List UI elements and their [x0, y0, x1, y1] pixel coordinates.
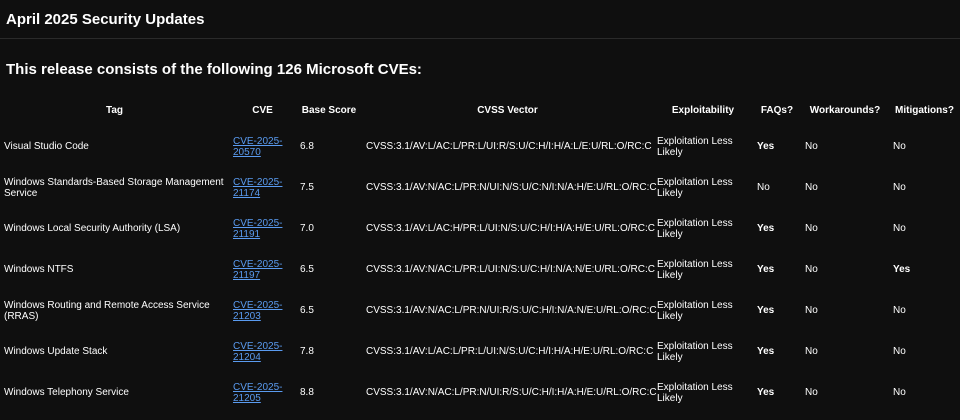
cell-cvss-vector: CVSS:3.1/AV:N/AC:L/PR:N/UI:N/S:U/C:N/I:N…: [366, 182, 657, 193]
cell-cve: CVE-2025-21204: [229, 331, 296, 372]
column-header-mitigations[interactable]: Mitigations?: [889, 94, 960, 126]
page-title: April 2025 Security Updates: [6, 10, 205, 28]
cell-cve: CVE-2025-21197: [229, 249, 296, 290]
cell-mitigations: Yes: [893, 264, 911, 275]
cell-faqs: Yes: [757, 387, 775, 398]
cell-exploitability: Exploitation Less Likely: [657, 381, 733, 404]
cell-base-score: 6.5: [300, 264, 314, 275]
cell-base-score: 6.5: [300, 305, 314, 316]
cell-workarounds: No: [805, 346, 818, 357]
cell-mitigations: No: [893, 387, 906, 398]
cell-workarounds: No: [805, 182, 818, 193]
cve-link[interactable]: CVE-2025-21203: [233, 300, 282, 322]
cell-cvss-vector: CVSS:3.1/AV:N/AC:L/PR:N/UI:R/S:U/C:H/I:N…: [366, 305, 657, 316]
cell-tag: Windows Update Stack: [4, 346, 108, 357]
table-row: Windows Standards-Based Storage Manageme…: [0, 167, 960, 208]
cell-cvss-vector: CVSS:3.1/AV:L/AC:L/PR:L/UI:R/S:U/C:H/I:H…: [366, 141, 652, 152]
table-row: Windows Update Stack CVE-2025-21204 7.8 CVS…: [0, 331, 960, 372]
section-heading: This release consists of the following 1…: [6, 61, 422, 78]
cve-link[interactable]: CVE-2025-20570: [233, 136, 282, 158]
cell-faqs: Yes: [757, 264, 775, 275]
cell-faqs: Yes: [757, 223, 775, 234]
cell-mitigations: No: [893, 182, 906, 193]
cell-workarounds: No: [805, 387, 818, 398]
cell-exploitability: Exploitation Less Likely: [657, 217, 733, 240]
column-header-cvss-vector[interactable]: CVSS Vector: [362, 94, 653, 126]
cell-cvss-vector: CVSS:3.1/AV:N/AC:L/PR:L/UI:N/S:U/C:H/I:N…: [366, 264, 655, 275]
cve-link[interactable]: CVE-2025-21205: [233, 382, 282, 404]
cell-base-score: 6.8: [300, 141, 314, 152]
cell-base-score: 7.8: [300, 346, 314, 357]
cve-link[interactable]: CVE-2025-21204: [233, 341, 282, 363]
table-row: Windows NTFS CVE-2025-21197 6.5 CVSS:3.1/AV…: [0, 249, 960, 290]
cve-table: Tag CVE Base Score CVSS Vector Exploitab…: [0, 94, 960, 413]
cell-cvss-vector: CVSS:3.1/AV:L/AC:L/PR:L/UI:N/S:U/C:H/I:H…: [366, 346, 654, 357]
cell-exploitability: Exploitation Less Likely: [657, 135, 733, 158]
security-updates-page: April 2025 Security Updates This release…: [0, 0, 960, 420]
cve-table-body: Visual Studio Code CVE-2025-20570 6.8 CVSS:…: [0, 126, 960, 413]
table-row: Windows Local Security Authority (LSA) CV…: [0, 208, 960, 249]
cell-tag: Visual Studio Code: [4, 141, 89, 152]
cell-workarounds: No: [805, 305, 818, 316]
column-header-base-score[interactable]: Base Score: [296, 94, 362, 126]
cell-exploitability: Exploitation Less Likely: [657, 299, 733, 322]
cell-workarounds: No: [805, 223, 818, 234]
cell-tag: Windows Local Security Authority (LSA): [4, 223, 181, 234]
cell-exploitability: Exploitation Less Likely: [657, 176, 733, 199]
table-row: Windows Routing and Remote Access Servic…: [0, 290, 960, 331]
cve-link[interactable]: CVE-2025-21174: [233, 177, 282, 199]
cve-link[interactable]: CVE-2025-21191: [233, 218, 282, 240]
cell-cve: CVE-2025-21203: [229, 290, 296, 331]
cell-exploitability: Exploitation Less Likely: [657, 258, 733, 281]
cell-mitigations: No: [893, 305, 906, 316]
cell-base-score: 7.0: [300, 223, 314, 234]
table-header-row: Tag CVE Base Score CVSS Vector Exploitab…: [0, 94, 960, 126]
cell-cve: CVE-2025-21191: [229, 208, 296, 249]
cell-workarounds: No: [805, 264, 818, 275]
column-header-tag[interactable]: Tag: [0, 94, 229, 126]
cell-cve: CVE-2025-20570: [229, 126, 296, 167]
cell-mitigations: No: [893, 223, 906, 234]
cell-cvss-vector: CVSS:3.1/AV:L/AC:H/PR:L/UI:N/S:U/C:H/I:H…: [366, 223, 655, 234]
cell-tag: Windows Telephony Service: [4, 387, 129, 398]
cell-cvss-vector: CVSS:3.1/AV:N/AC:L/PR:N/UI:R/S:U/C:H/I:H…: [366, 387, 657, 398]
cell-faqs: Yes: [757, 346, 775, 357]
cell-tag: Windows NTFS: [4, 264, 74, 275]
cell-tag: Windows Routing and Remote Access Servic…: [4, 299, 210, 322]
table-row: Windows Telephony Service CVE-2025-21205 8…: [0, 372, 960, 413]
column-header-faqs[interactable]: FAQs?: [753, 94, 801, 126]
cell-mitigations: No: [893, 346, 906, 357]
table-row: Visual Studio Code CVE-2025-20570 6.8 CVSS:…: [0, 126, 960, 167]
column-header-cve[interactable]: CVE: [229, 94, 296, 126]
cell-cve: CVE-2025-21174: [229, 167, 296, 208]
cell-workarounds: No: [805, 141, 818, 152]
cell-tag: Windows Standards-Based Storage Manageme…: [4, 176, 224, 199]
cell-exploitability: Exploitation Less Likely: [657, 340, 733, 363]
cve-link[interactable]: CVE-2025-21197: [233, 259, 282, 281]
cell-base-score: 8.8: [300, 387, 314, 398]
cell-faqs: No: [757, 182, 770, 193]
cell-faqs: Yes: [757, 305, 775, 316]
column-header-workarounds[interactable]: Workarounds?: [801, 94, 889, 126]
column-header-exploitability[interactable]: Exploitability: [653, 94, 753, 126]
cell-cve: CVE-2025-21205: [229, 372, 296, 413]
cell-mitigations: No: [893, 141, 906, 152]
cell-base-score: 7.5: [300, 182, 314, 193]
cell-faqs: Yes: [757, 141, 775, 152]
page-header: April 2025 Security Updates: [0, 0, 960, 39]
